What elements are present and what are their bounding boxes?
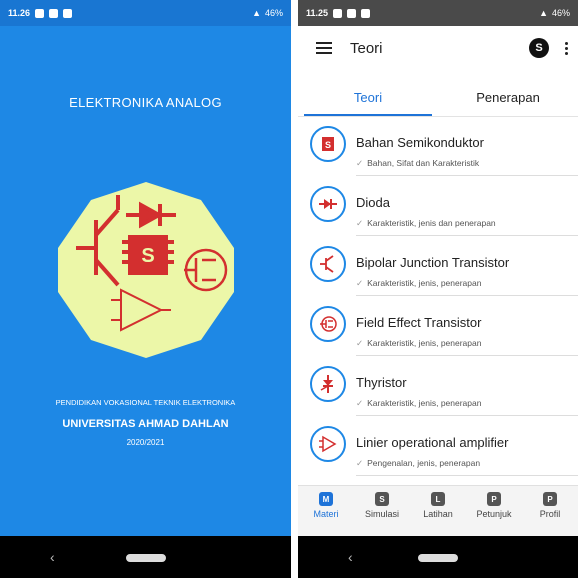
system-nav-bar: ‹ [0, 536, 291, 578]
nav-label: Materi [313, 509, 339, 519]
chip-icon: S [310, 126, 346, 162]
teori-screen: 11.25 ▲ 46% Teori S Teori Penerapan S Ba… [298, 0, 578, 578]
academic-year: 2020/2021 [126, 438, 165, 447]
tab-penerapan[interactable]: Penerapan [438, 82, 578, 116]
list-item[interactable]: Linier operational amplifier ✓ Pengenalan… [298, 420, 578, 480]
svg-text:S: S [325, 140, 331, 150]
splash-screen: 11.26 ▲ 46% ELEKTRONIKA ANALOG S PENDIDI… [0, 0, 291, 578]
list-item[interactable]: Thyristor ✓ Karakteristik, jenis, penerap… [298, 360, 578, 420]
page-title: Teori [350, 39, 383, 57]
item-title: Bipolar Junction Transistor [356, 255, 510, 270]
notification-icon [333, 8, 343, 18]
divider [356, 295, 578, 296]
app-logo: S [56, 180, 236, 360]
nav-simulasi[interactable]: S Simulasi [354, 486, 410, 536]
profil-icon: P [543, 492, 557, 506]
petunjuk-icon: P [487, 492, 501, 506]
check-icon: ✓ [356, 458, 364, 468]
notification-icon [347, 8, 357, 18]
program-name: PENDIDIKAN VOKASIONAL TEKNIK ELEKTRONIKA [55, 398, 236, 407]
university-name: UNIVERSITAS AHMAD DAHLAN [62, 418, 229, 430]
chip-symbol-icon: S [122, 235, 174, 275]
home-pill[interactable] [125, 554, 166, 562]
status-bar: 11.25 ▲ 46% [298, 0, 578, 26]
back-icon[interactable]: ‹ [50, 549, 55, 565]
materi-icon: M [319, 492, 333, 506]
status-time: 11.25 [306, 8, 329, 18]
menu-icon[interactable] [316, 42, 332, 54]
app-bar: Teori S [298, 26, 578, 70]
list-item[interactable]: Dioda ✓ Karakteristik, jenis dan penerapa… [298, 180, 578, 240]
item-subtitle: Karakteristik, jenis dan penerapan [367, 218, 496, 228]
logo-chip-letter: S [141, 245, 154, 267]
check-icon: ✓ [356, 218, 364, 228]
bjt-icon [310, 246, 346, 282]
item-subtitle: Bahan, Sifat dan Karakteristik [367, 158, 480, 168]
battery-level: 46% [551, 8, 570, 18]
item-title: Field Effect Transistor [356, 315, 482, 330]
latihan-icon: L [431, 492, 445, 506]
battery-level: 46% [264, 8, 283, 18]
item-subtitle: Karakteristik, jenis, penerapan [367, 278, 482, 288]
nav-label: Petunjuk [476, 509, 512, 519]
bottom-navigation: M Materi S Simulasi L Latihan P Petunjuk… [298, 485, 578, 536]
check-icon: ✓ [356, 398, 364, 408]
status-bar: 11.26 ▲ 46% [0, 0, 291, 26]
notification-icon [35, 8, 45, 18]
divider [356, 175, 578, 176]
avatar[interactable]: S [529, 38, 549, 58]
home-pill[interactable] [418, 554, 458, 562]
signal-icon: ▲ [252, 8, 261, 18]
list-item[interactable]: Field Effect Transistor ✓ Karakteristik, … [298, 300, 578, 360]
nav-profil[interactable]: P Profil [522, 486, 578, 536]
list-item[interactable]: Bipolar Junction Transistor ✓ Karakterist… [298, 240, 578, 300]
item-title: Linier operational amplifier [356, 435, 509, 450]
opamp-icon [310, 426, 346, 462]
status-time: 11.26 [8, 8, 31, 18]
nav-petunjuk[interactable]: P Petunjuk [466, 486, 522, 536]
notification-icon [63, 8, 73, 18]
notification-icon [361, 8, 371, 18]
topic-list: S Bahan Semikonduktor ✓ Bahan, Sifat dan … [298, 120, 578, 480]
list-item[interactable]: S Bahan Semikonduktor ✓ Bahan, Sifat dan … [298, 120, 578, 180]
back-icon[interactable]: ‹ [348, 549, 353, 565]
item-title: Dioda [356, 195, 390, 210]
diode-icon [310, 186, 346, 222]
more-vert-icon[interactable] [565, 41, 568, 55]
signal-icon: ▲ [539, 8, 548, 18]
tab-teori[interactable]: Teori [298, 82, 438, 116]
thyristor-icon [310, 366, 346, 402]
simulasi-icon: S [375, 492, 389, 506]
divider [356, 415, 578, 416]
nav-label: Profil [539, 509, 561, 519]
nav-label: Simulasi [364, 509, 399, 519]
item-subtitle: Karakteristik, jenis, penerapan [367, 398, 482, 408]
app-title: ELEKTRONIKA ANALOG [69, 95, 222, 110]
check-icon: ✓ [356, 338, 364, 348]
item-subtitle: Pengenalan, jenis, penerapan [367, 458, 481, 468]
fet-icon [310, 306, 346, 342]
nav-materi[interactable]: M Materi [298, 486, 354, 536]
tab-bar: Teori Penerapan [298, 82, 578, 117]
notification-icon [49, 8, 59, 18]
system-nav-bar: ‹ [298, 536, 578, 578]
check-icon: ✓ [356, 278, 364, 288]
divider [356, 355, 578, 356]
divider [356, 475, 578, 476]
item-title: Thyristor [356, 375, 407, 390]
divider [356, 235, 578, 236]
nav-label: Latihan [423, 509, 453, 519]
item-title: Bahan Semikonduktor [356, 135, 484, 150]
item-subtitle: Karakteristik, jenis, penerapan [367, 338, 482, 348]
nav-latihan[interactable]: L Latihan [410, 486, 466, 536]
check-icon: ✓ [356, 158, 364, 168]
